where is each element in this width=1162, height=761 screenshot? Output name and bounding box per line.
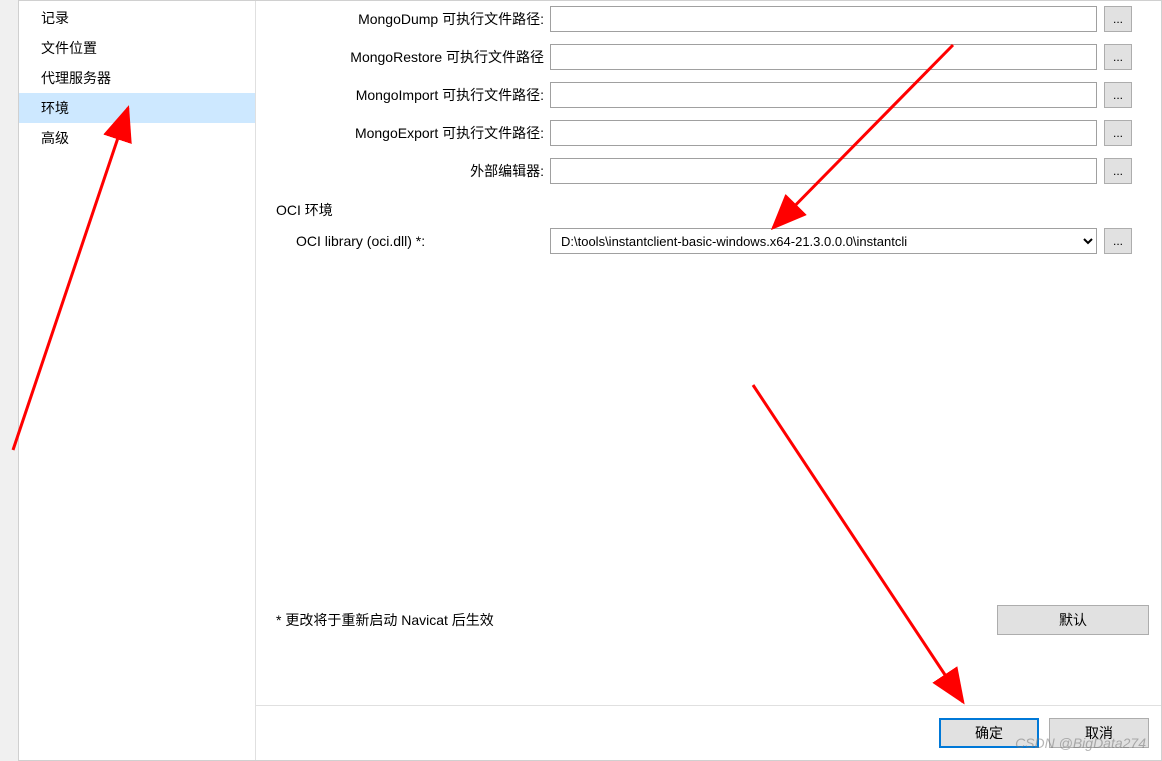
oci-library-label: OCI library (oci.dll) *:: [256, 233, 550, 249]
mongoimport-input[interactable]: [550, 82, 1097, 108]
oci-library-browse-button[interactable]: ...: [1104, 228, 1132, 254]
mongorestore-browse-button[interactable]: ...: [1104, 44, 1132, 70]
mongorestore-row: MongoRestore 可执行文件路径 ...: [256, 44, 1161, 70]
mongoimport-browse-button[interactable]: ...: [1104, 82, 1132, 108]
mongodump-browse-button[interactable]: ...: [1104, 6, 1132, 32]
mongoimport-label: MongoImport 可执行文件路径:: [256, 85, 550, 105]
mongorestore-input[interactable]: [550, 44, 1097, 70]
mongodump-label: MongoDump 可执行文件路径:: [256, 9, 550, 29]
ok-button[interactable]: 确定: [939, 718, 1039, 748]
content-pane: MongoDump 可执行文件路径: ... MongoRestore 可执行文…: [256, 1, 1161, 760]
main-content: 记录 文件位置 代理服务器 环境 高级 MongoDump 可执行文件路径: .…: [19, 1, 1161, 760]
sidebar-item-history[interactable]: 记录: [19, 3, 255, 33]
note-row: * 更改将于重新启动 Navicat 后生效 默认: [276, 605, 1149, 635]
sidebar: 记录 文件位置 代理服务器 环境 高级: [19, 1, 256, 760]
oci-section-label: OCI 环境: [256, 196, 1161, 228]
sidebar-item-proxy[interactable]: 代理服务器: [19, 63, 255, 93]
default-button[interactable]: 默认: [997, 605, 1149, 635]
footer: 确定 取消: [256, 705, 1161, 760]
mongoexport-browse-button[interactable]: ...: [1104, 120, 1132, 146]
restart-note: * 更改将于重新启动 Navicat 后生效: [276, 610, 494, 630]
mongoexport-row: MongoExport 可执行文件路径: ...: [256, 120, 1161, 146]
mongoimport-row: MongoImport 可执行文件路径: ...: [256, 82, 1161, 108]
oci-library-row: OCI library (oci.dll) *: D:\tools\instan…: [256, 228, 1161, 254]
cancel-button[interactable]: 取消: [1049, 718, 1149, 748]
mongorestore-label: MongoRestore 可执行文件路径: [256, 47, 550, 67]
external-editor-label: 外部编辑器:: [256, 161, 550, 181]
mongodump-input[interactable]: [550, 6, 1097, 32]
external-editor-browse-button[interactable]: ...: [1104, 158, 1132, 184]
sidebar-item-advanced[interactable]: 高级: [19, 123, 255, 153]
sidebar-item-file-location[interactable]: 文件位置: [19, 33, 255, 63]
sidebar-item-environment[interactable]: 环境: [19, 93, 255, 123]
mongodump-row: MongoDump 可执行文件路径: ...: [256, 6, 1161, 32]
oci-library-select[interactable]: D:\tools\instantclient-basic-windows.x64…: [550, 228, 1097, 254]
settings-window: 记录 文件位置 代理服务器 环境 高级 MongoDump 可执行文件路径: .…: [18, 0, 1162, 761]
mongoexport-input[interactable]: [550, 120, 1097, 146]
mongoexport-label: MongoExport 可执行文件路径:: [256, 123, 550, 143]
form-area: MongoDump 可执行文件路径: ... MongoRestore 可执行文…: [256, 1, 1161, 705]
external-editor-input[interactable]: [550, 158, 1097, 184]
external-editor-row: 外部编辑器: ...: [256, 158, 1161, 184]
